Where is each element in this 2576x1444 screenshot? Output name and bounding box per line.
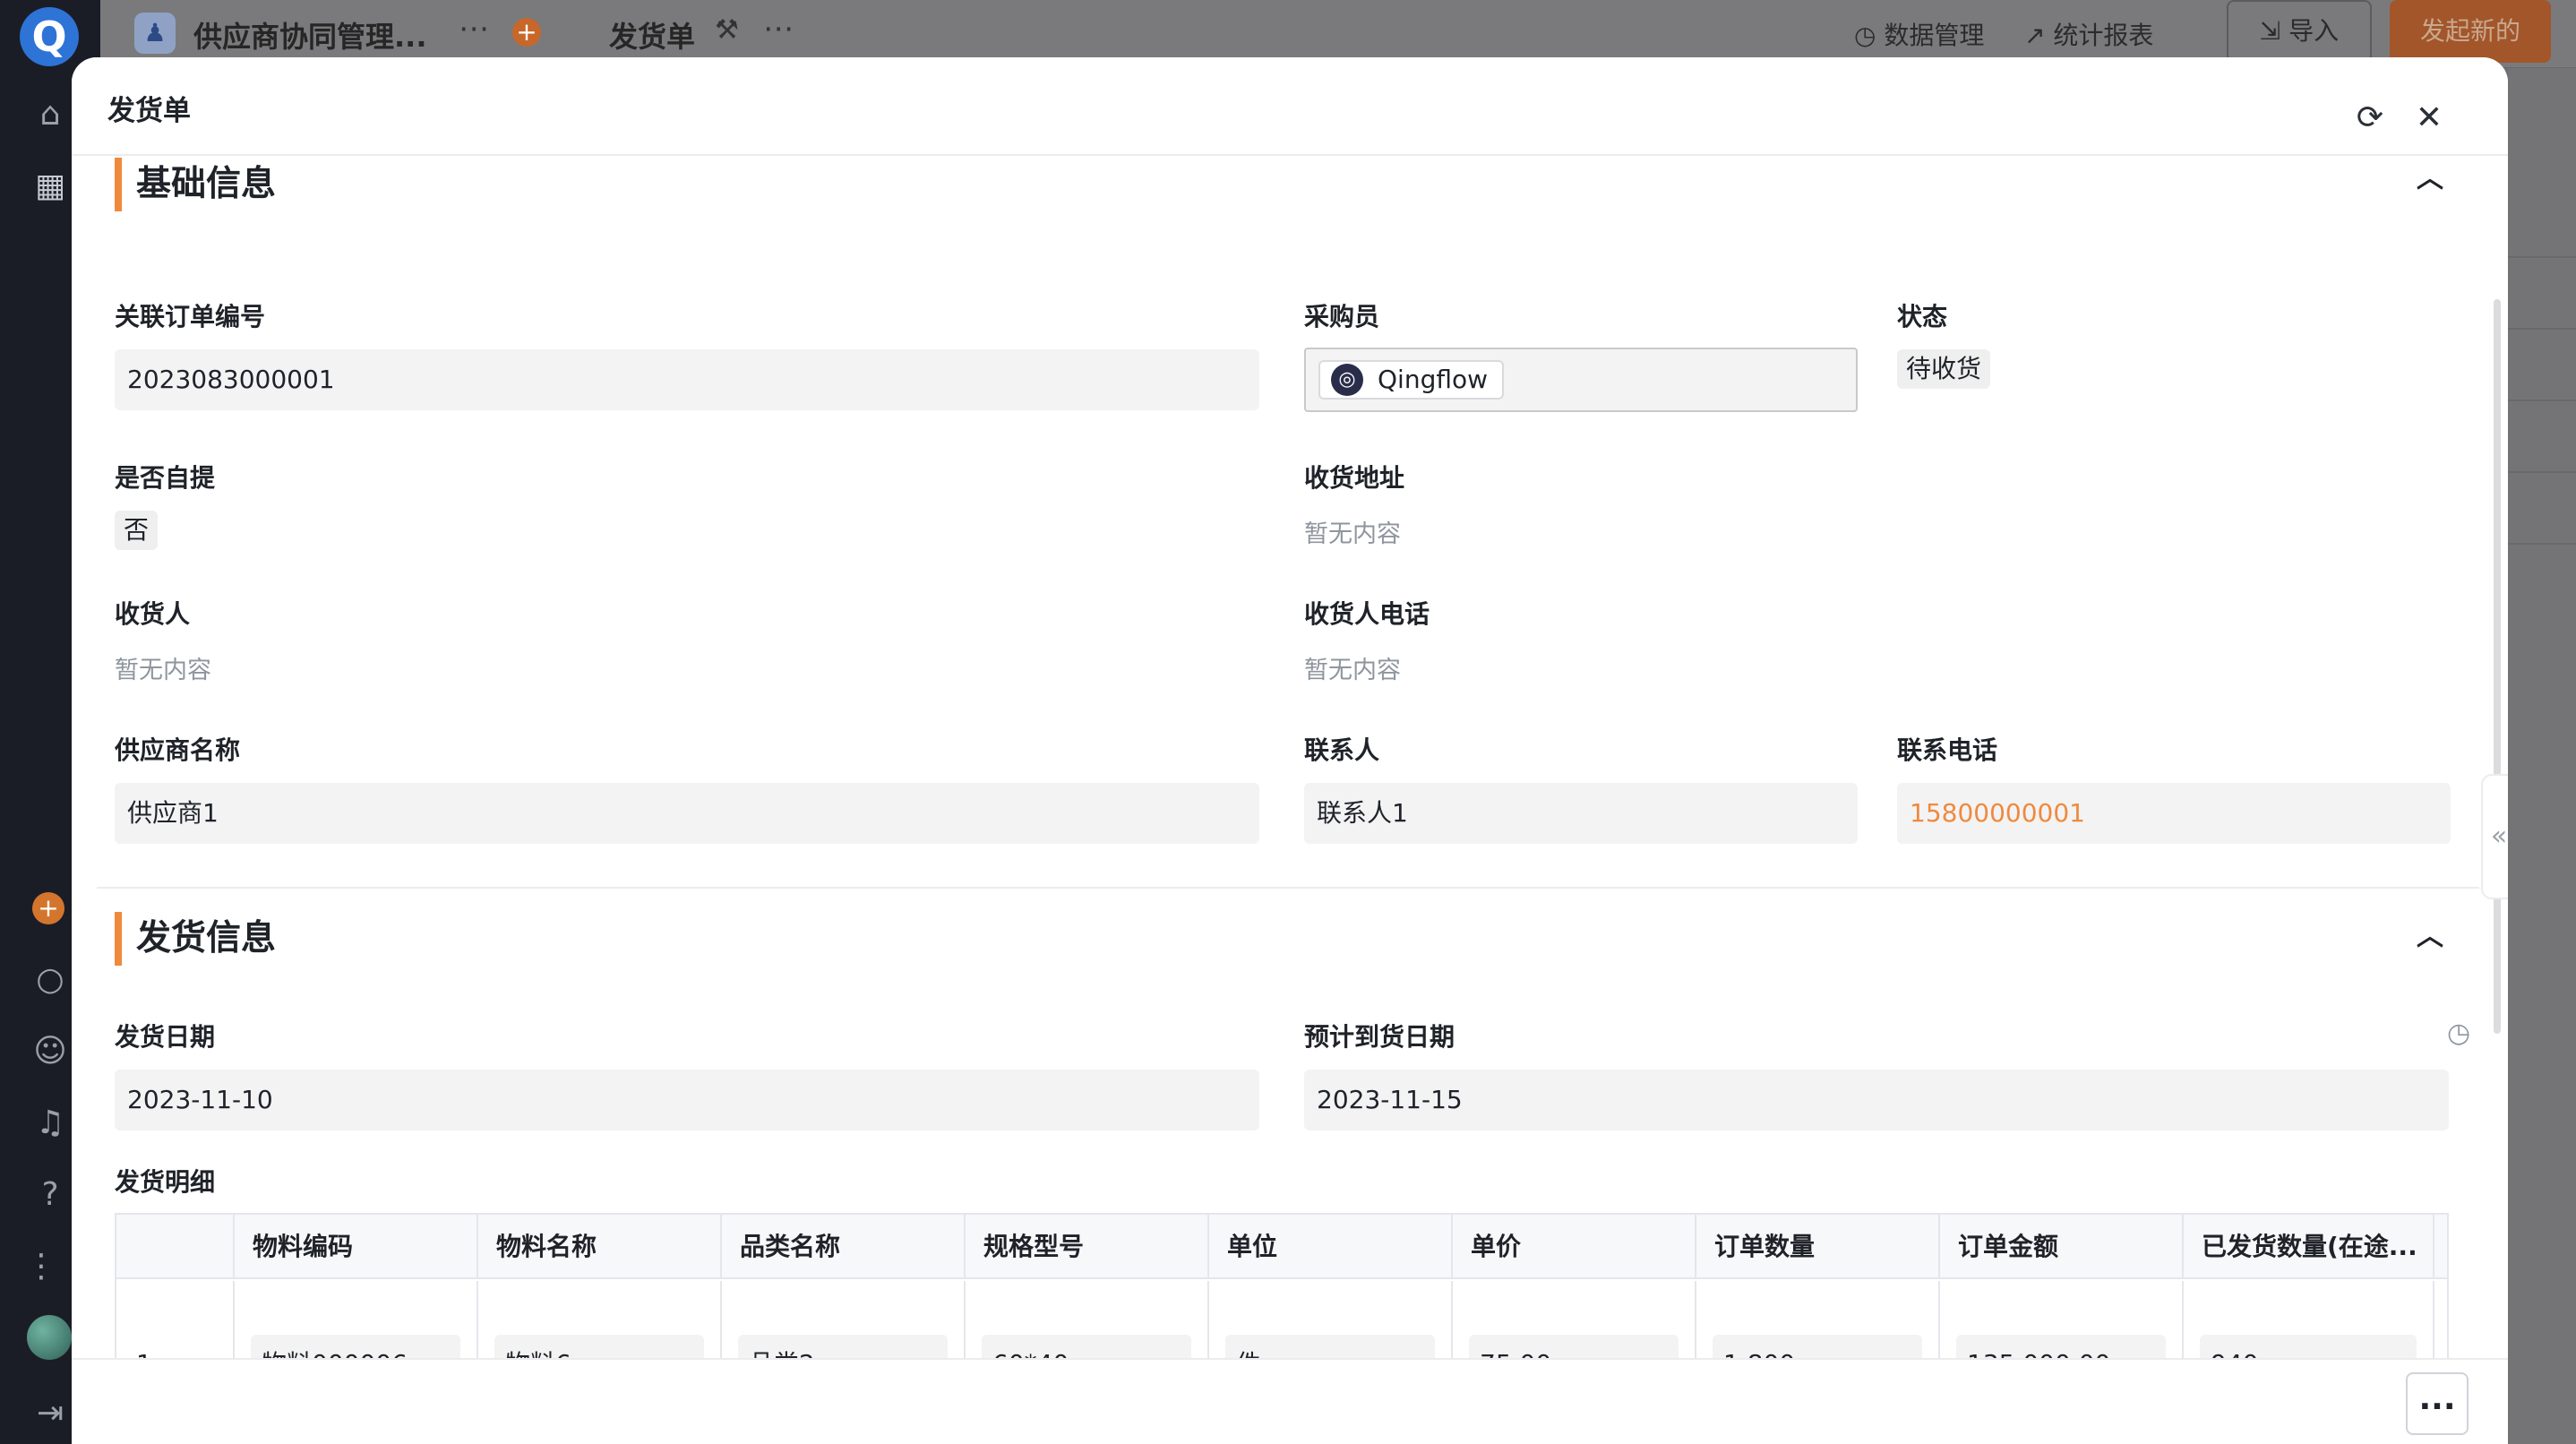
order-no-field[interactable]: 2023083000001	[115, 349, 1259, 410]
address-value: 暂无内容	[1304, 520, 1401, 548]
table-header-cell[interactable]: 已发货数量(在途...	[2184, 1215, 2434, 1279]
app-more-icon[interactable]: ⋯	[459, 11, 489, 47]
home-icon[interactable]: ⌂	[25, 90, 75, 140]
add-icon[interactable]: +	[32, 892, 64, 924]
collapse-side-panel-icon[interactable]: «	[2481, 774, 2508, 899]
data-management-link[interactable]: ◷ 数据管理	[1854, 16, 1984, 52]
contact-label: 联系人	[1304, 735, 1380, 765]
detail-label: 发货明细	[115, 1167, 216, 1197]
close-icon[interactable]: ✕	[2409, 99, 2449, 138]
app-icon: ♟	[134, 13, 176, 54]
statistics-report-link[interactable]: ↗ 统计报表	[2024, 16, 2153, 52]
more-actions-button[interactable]: ...	[2406, 1372, 2469, 1435]
receiver-phone-label: 收货人电话	[1304, 599, 1430, 629]
sheet-more-icon[interactable]: ⋯	[763, 11, 794, 47]
table-header-cell[interactable]: 规格型号	[966, 1215, 1209, 1279]
expand-nav-icon[interactable]: ⇥	[25, 1388, 75, 1439]
supplier-name-label: 供应商名称	[115, 735, 241, 765]
contact-phone-label: 联系电话	[1897, 735, 1998, 765]
modal-footer: ...	[72, 1358, 2508, 1444]
table-header-cell[interactable]: 单位	[1209, 1215, 1453, 1279]
modal-body[interactable]: 基础信息 ︿ 关联订单编号 2023083000001 采购员 ◎ Qingfl…	[72, 156, 2508, 1415]
section-title-shipping-info: 发货信息	[115, 912, 276, 966]
status-label: 状态	[1897, 302, 1948, 331]
contact-phone-field[interactable]: 15800000001	[1897, 783, 2451, 844]
contact-field[interactable]: 联系人1	[1304, 783, 1858, 844]
table-header-cell[interactable]: 订单数量	[1696, 1215, 1940, 1279]
background-table-edge	[2508, 68, 2576, 1444]
wrench-icon[interactable]: ⚒	[715, 14, 739, 46]
user-avatar[interactable]	[27, 1315, 72, 1360]
status-badge: 待收货	[1897, 349, 1991, 389]
help-icon[interactable]: ?	[25, 1170, 75, 1220]
record-modal: 发货单 ⟳ ✕ 基础信息 ︿ 关联订单编号 2023083000001 采购员 …	[72, 57, 2508, 1444]
modal-header: 发货单 ⟳ ✕	[72, 57, 2508, 156]
self-pickup-value: 否	[115, 511, 159, 550]
add-icon[interactable]: +	[512, 18, 541, 47]
vertical-scrollbar[interactable]	[2494, 299, 2501, 1034]
search-icon[interactable]: ○	[25, 955, 75, 1005]
order-no-label: 关联订单编号	[115, 302, 266, 331]
table-header-row: 物料编码 物料名称 品类名称 规格型号 单位 单价 订单数量 订单金额 已发货数…	[116, 1215, 2447, 1279]
eta-date-field[interactable]: 2023-11-15	[1304, 1070, 2449, 1130]
new-record-button[interactable]: 发起新的	[2390, 0, 2551, 63]
refresh-icon[interactable]: ⟳	[2350, 99, 2390, 138]
table-header-cell[interactable]: 订单金额	[1940, 1215, 2184, 1279]
receiver-value: 暂无内容	[115, 657, 211, 684]
apps-grid-icon[interactable]: ▦	[25, 161, 75, 211]
contacts-icon[interactable]: ☺	[25, 1027, 75, 1077]
table-header-index	[116, 1215, 235, 1279]
section-divider	[97, 887, 2479, 889]
table-header-cell[interactable]: 品类名称	[722, 1215, 966, 1279]
buyer-field[interactable]: ◎ Qingflow	[1304, 348, 1858, 412]
modal-title: 发货单	[107, 95, 191, 127]
buyer-label: 采购员	[1304, 302, 1380, 331]
table-header-cell[interactable]: 物料名称	[478, 1215, 722, 1279]
address-label: 收货地址	[1304, 463, 1405, 493]
buyer-member-chip[interactable]: ◎ Qingflow	[1318, 360, 1505, 400]
receiver-label: 收货人	[115, 599, 191, 629]
self-pickup-label: 是否自提	[115, 463, 216, 493]
ship-date-label: 发货日期	[115, 1022, 216, 1052]
ship-date-field[interactable]: 2023-11-10	[115, 1070, 1259, 1130]
receiver-phone-value: 暂无内容	[1304, 657, 1401, 684]
sheet-title[interactable]: 发货单	[609, 14, 695, 56]
collapse-shipping-info-icon[interactable]: ︿	[2417, 914, 2443, 953]
table-header-cell[interactable]: 单价	[1453, 1215, 1696, 1279]
app-title[interactable]: 供应商协同管理...	[193, 14, 426, 56]
import-button[interactable]: ⇲ 导入	[2227, 0, 2372, 63]
table-header-cell[interactable]: 物料编码	[235, 1215, 478, 1279]
app-logo[interactable]: Q	[20, 7, 79, 66]
app-launcher-icon[interactable]: ⋮⋮	[25, 1242, 90, 1292]
eta-date-label: 预计到货日期	[1304, 1022, 1455, 1052]
qingflow-avatar: ◎	[1331, 364, 1363, 396]
section-title-basic-info: 基础信息	[115, 158, 276, 211]
collapse-basic-info-icon[interactable]: ︿	[2417, 156, 2443, 195]
history-icon[interactable]: ◷	[2447, 1018, 2470, 1049]
supplier-name-field[interactable]: 供应商1	[115, 783, 1259, 844]
bell-icon[interactable]: ♫	[25, 1098, 75, 1148]
